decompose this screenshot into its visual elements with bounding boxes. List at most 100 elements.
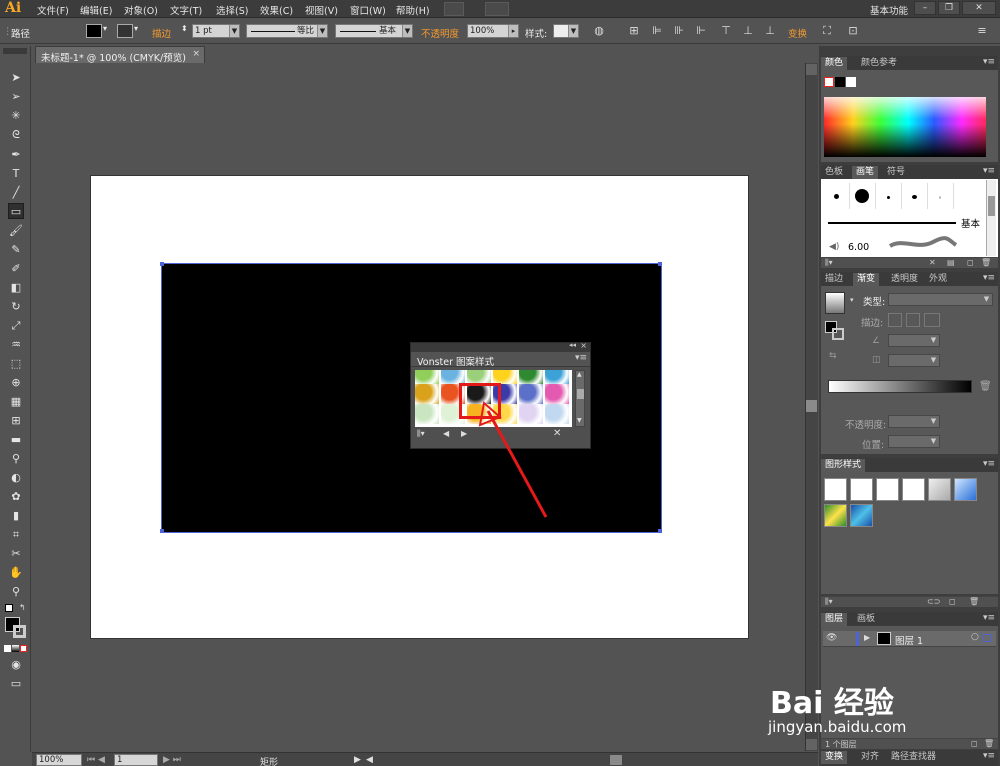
tab-color-guide[interactable]: 颜色参考 — [857, 57, 901, 70]
lasso-tool-icon[interactable]: ᘓ — [8, 127, 24, 143]
paintbrush-tool-icon[interactable]: 🖌 — [8, 223, 24, 239]
chevron-down-icon[interactable]: ▼ — [929, 355, 938, 366]
panel-menu-icon[interactable]: ▾≡ — [575, 353, 587, 363]
chevron-down-icon[interactable]: ▾ — [103, 24, 107, 33]
align-bottom-icon[interactable]: ⊥ — [763, 24, 777, 38]
style-library-icon[interactable]: ⫼▾ — [825, 597, 833, 607]
align-center-icon[interactable]: ⊪ — [672, 24, 686, 38]
magic-wand-tool-icon[interactable]: ✳ — [8, 108, 24, 124]
stroke-icon[interactable] — [832, 328, 844, 340]
next-library-icon[interactable]: ▶ — [461, 429, 467, 438]
opacity-label[interactable]: 不透明度 — [421, 26, 459, 40]
stroke-label[interactable]: 描边 — [152, 26, 171, 40]
chevron-down-icon[interactable]: ▾ — [134, 24, 138, 33]
new-layer-icon[interactable]: ◻ — [971, 739, 978, 748]
stop-opacity-field[interactable]: ▼ — [888, 415, 940, 428]
tab-artboards[interactable]: 画板 — [853, 613, 879, 626]
panel-menu-icon[interactable]: ▾≡ — [983, 751, 995, 761]
tab-layers[interactable]: 图层 — [821, 613, 848, 626]
line-segment-tool-icon[interactable]: ╱ — [8, 185, 24, 201]
transform-label[interactable]: 变换 — [788, 26, 807, 40]
close-icon[interactable]: ✕ — [962, 1, 996, 15]
panel-title[interactable]: Vonster 图案样式 — [417, 354, 494, 368]
chevron-right-icon[interactable]: ▸ — [508, 25, 518, 37]
collapse-icon[interactable]: ◂◂ — [569, 341, 576, 349]
basic-brush-stroke[interactable] — [828, 222, 956, 224]
gradient-type-select[interactable]: ▼ — [888, 293, 993, 306]
panel-scrollbar[interactable]: ▲ ▼ — [575, 370, 585, 427]
close-icon[interactable]: × — [192, 49, 200, 59]
bridge-button[interactable] — [444, 2, 464, 16]
rectangle-tool-icon[interactable]: ▭ — [8, 203, 24, 219]
tab-color[interactable]: 颜色 — [821, 57, 848, 70]
hand-tool-icon[interactable]: ✋ — [8, 565, 24, 581]
column-graph-tool-icon[interactable]: ▮ — [8, 508, 24, 524]
close-icon[interactable]: × — [580, 341, 587, 350]
shape-builder-tool-icon[interactable]: ⊕ — [8, 375, 24, 391]
pattern-swatch[interactable] — [415, 370, 440, 385]
align-left-icon[interactable]: ⊫ — [650, 24, 664, 38]
tab-pathfinder[interactable]: 路径查找器 — [887, 751, 940, 764]
blob-brush-tool-icon[interactable]: ✐ — [8, 261, 24, 277]
graphic-style-swatch[interactable] — [824, 478, 847, 501]
previous-library-icon[interactable]: ◀ — [443, 429, 449, 438]
chevron-down-icon[interactable]: ▾ — [850, 296, 854, 304]
graphic-style-swatch[interactable] — [902, 478, 925, 501]
type-tool-icon[interactable]: T — [8, 166, 24, 182]
perspective-grid-tool-icon[interactable]: ▦ — [8, 394, 24, 410]
pattern-style-swatch[interactable] — [824, 504, 847, 527]
target-icon[interactable]: ○ — [971, 632, 979, 642]
menu-object[interactable]: 对象(O) — [124, 3, 158, 17]
pattern-style-swatch[interactable] — [850, 504, 873, 527]
options-icon[interactable]: ▤ — [947, 258, 955, 267]
selection-handle[interactable] — [658, 262, 662, 266]
tab-symbols[interactable]: 符号 — [883, 166, 909, 179]
tab-stroke[interactable]: 描边 — [821, 273, 847, 286]
selection-indicator-icon[interactable] — [983, 634, 991, 642]
warp-tool-icon[interactable]: ♒ — [8, 337, 24, 353]
slice-tool-icon[interactable]: ✂ — [8, 546, 24, 562]
variable-width-profile[interactable]: 等比 ▼ — [246, 24, 328, 38]
scale-tool-icon[interactable]: ⤢ — [8, 318, 24, 334]
chevron-down-icon[interactable]: ▼ — [929, 335, 938, 346]
tab-gradient[interactable]: 渐变 — [853, 273, 880, 286]
menu-help[interactable]: 帮助(H) — [396, 3, 430, 17]
default-colors-icon[interactable] — [5, 604, 13, 612]
brush-library-icon[interactable]: ⫼▾ — [825, 258, 833, 268]
align-top-icon[interactable]: ⊤ — [719, 24, 733, 38]
restore-icon[interactable]: ❐ — [938, 1, 960, 15]
recolor-artwork-icon[interactable]: ◍ — [592, 24, 606, 38]
stroke-gradient-along-icon[interactable] — [906, 313, 920, 327]
angle-field[interactable]: ▼ — [888, 334, 940, 347]
panel-menu-icon[interactable]: ▾≡ — [983, 613, 995, 623]
swap-colors-icon[interactable]: ↰ — [19, 603, 26, 612]
mesh-tool-icon[interactable]: ⊞ — [8, 413, 24, 429]
tab-transform[interactable]: 变换 — [821, 751, 848, 764]
pattern-swatch[interactable] — [415, 384, 440, 405]
delete-stop-icon[interactable]: 🗑 — [979, 381, 992, 392]
last-artboard-icon[interactable]: ▶ ⏭ — [163, 755, 181, 765]
chevron-down-icon[interactable]: ▼ — [929, 416, 938, 427]
align-to-icon[interactable]: ⊞ — [627, 24, 641, 38]
isolate-icon[interactable]: ⛶ — [820, 24, 834, 38]
status-menu-icon[interactable]: ▶ — [354, 755, 361, 765]
library-menu-icon[interactable]: ⫼▾ — [417, 429, 425, 439]
gradient-tool-icon[interactable]: ▬ — [8, 432, 24, 448]
symbol-sprayer-tool-icon[interactable]: ✿ — [8, 489, 24, 505]
color-mode-icon[interactable] — [4, 645, 11, 652]
zoom-field[interactable]: 100% — [36, 754, 82, 766]
stroke-color-icon[interactable] — [13, 625, 26, 638]
stroke-weight-field[interactable]: 1 pt ▼ — [192, 24, 240, 38]
scroll-down-icon[interactable]: ▼ — [577, 417, 584, 424]
selection-handle[interactable] — [658, 529, 662, 533]
graphic-style-swatch[interactable] — [954, 478, 977, 501]
pen-tool-icon[interactable]: ✒ — [8, 147, 24, 163]
scroll-down-icon[interactable] — [806, 739, 817, 750]
break-link-icon[interactable]: ⊂⊃ — [927, 597, 940, 606]
opacity-field[interactable]: 100% ▸ — [467, 24, 519, 38]
menu-view[interactable]: 视图(V) — [305, 3, 338, 17]
scroll-up-icon[interactable]: ▲ — [577, 371, 584, 378]
selection-handle[interactable] — [160, 262, 164, 266]
minimize-icon[interactable]: – — [914, 1, 936, 15]
scroll-up-icon[interactable] — [806, 64, 817, 75]
